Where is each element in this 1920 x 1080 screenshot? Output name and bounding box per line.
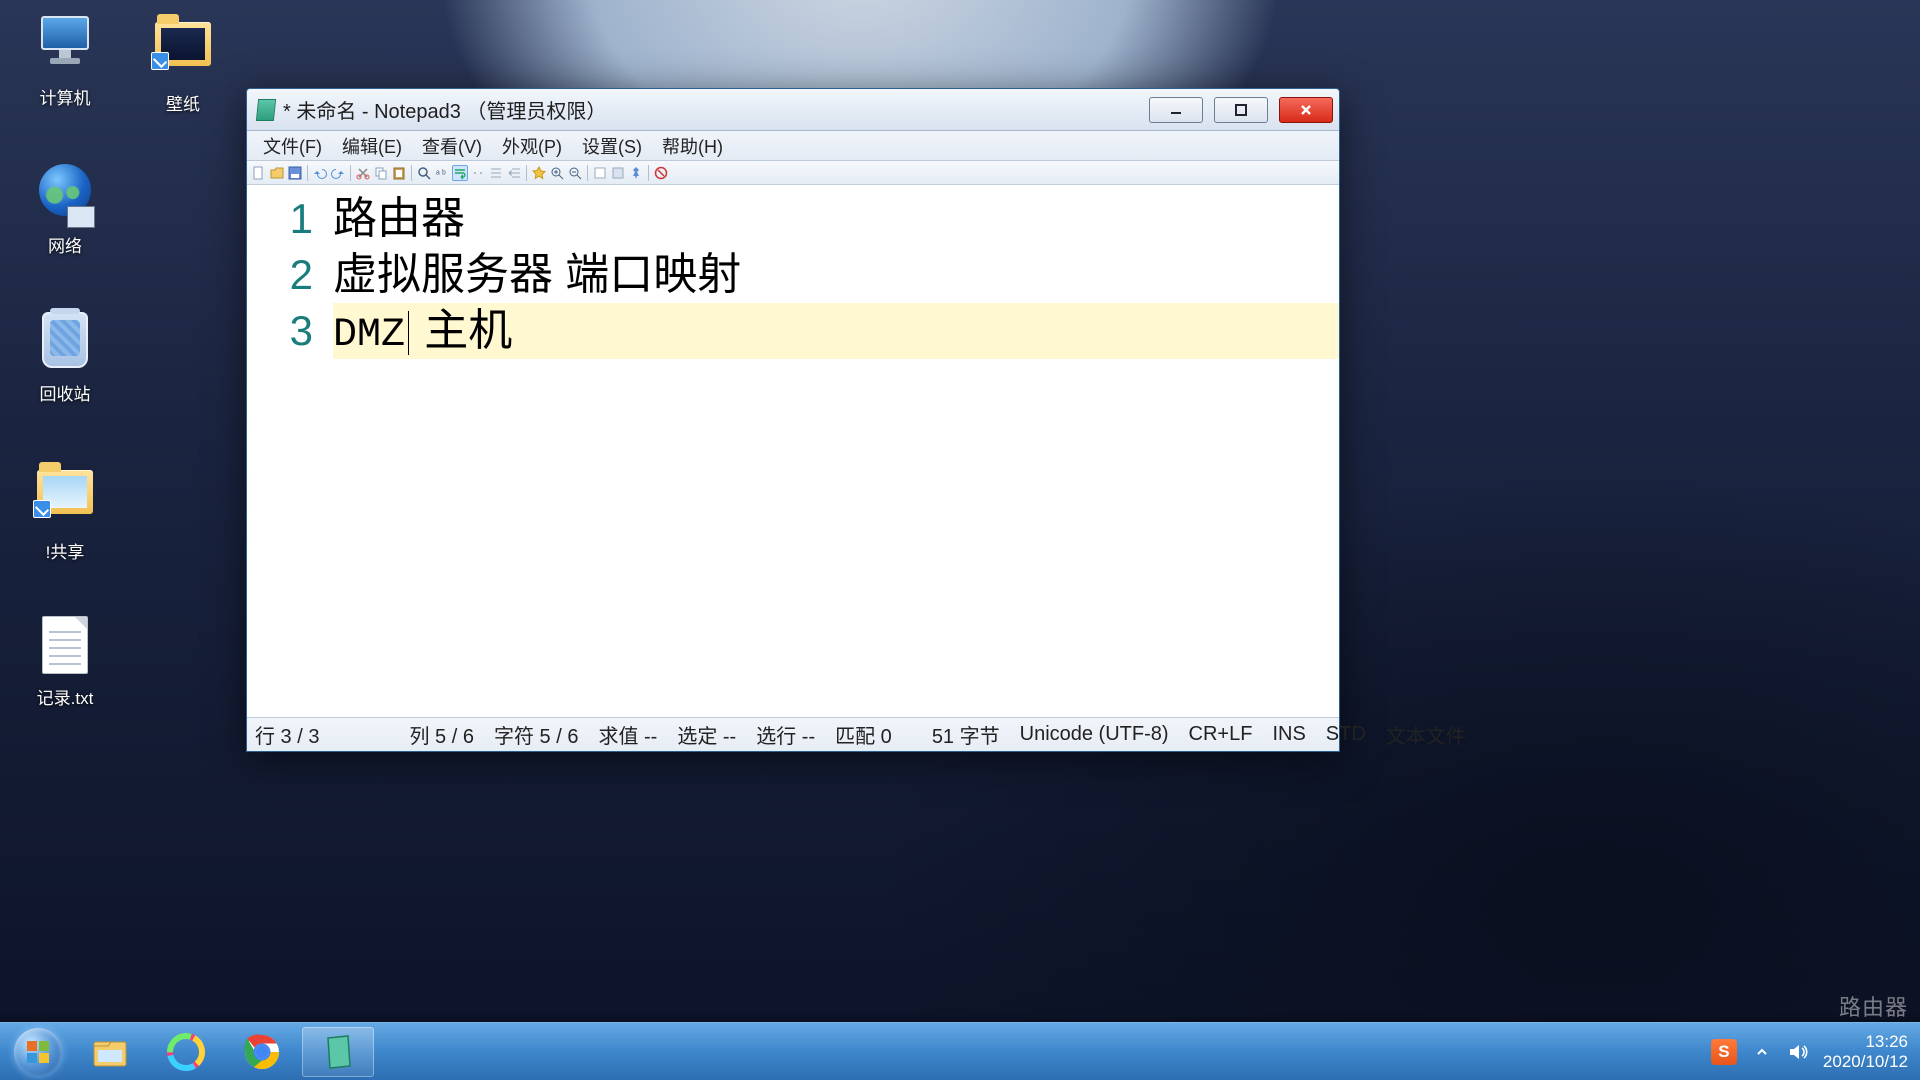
status-eval: 求值 -- bbox=[598, 720, 657, 749]
tray-overflow-icon[interactable] bbox=[1751, 1041, 1773, 1063]
pin-icon[interactable] bbox=[628, 165, 644, 181]
statusbar: 行 3 / 3 列 5 / 6 字符 5 / 6 求值 -- 选定 -- 选行 … bbox=[247, 717, 1339, 751]
wallpaper-folder-icon bbox=[151, 22, 215, 86]
replace-icon[interactable]: ᵃᵇ bbox=[434, 165, 450, 181]
desktop-icon-notes-txt[interactable]: 记录.txt bbox=[10, 614, 120, 709]
browser-icon bbox=[166, 1032, 206, 1072]
wordwrap-icon[interactable] bbox=[452, 165, 468, 181]
watermark: 路由器 bbox=[1839, 990, 1908, 1022]
taskbar-explorer[interactable] bbox=[74, 1027, 146, 1077]
zoom-out-icon[interactable] bbox=[567, 165, 583, 181]
menu-settings[interactable]: 设置(S) bbox=[572, 131, 652, 161]
status-row: 行 3 / 3 bbox=[255, 720, 319, 749]
editor-area[interactable]: 1 2 3 路由器 虚拟服务器 端口映射 DMZ 主机 bbox=[247, 185, 1339, 717]
status-col: 列 5 / 6 bbox=[409, 720, 473, 749]
close-button[interactable] bbox=[1279, 97, 1333, 123]
status-match: 匹配 0 bbox=[835, 720, 892, 749]
status-ins: INS bbox=[1272, 723, 1305, 746]
text-content[interactable]: 路由器 虚拟服务器 端口映射 DMZ 主机 bbox=[333, 185, 1339, 717]
start-button[interactable] bbox=[6, 1028, 70, 1076]
menu-edit[interactable]: 编辑(E) bbox=[332, 131, 412, 161]
volume-icon[interactable] bbox=[1787, 1041, 1809, 1063]
indent-icon[interactable] bbox=[488, 165, 504, 181]
file-explorer-icon bbox=[90, 1032, 130, 1072]
copy-icon[interactable] bbox=[373, 165, 389, 181]
window-title: * 未命名 - Notepad3 （管理员权限） bbox=[283, 95, 606, 124]
desktop-icon-network[interactable]: 网络 bbox=[10, 160, 120, 257]
whitespace-icon[interactable] bbox=[470, 165, 486, 181]
outdent-icon[interactable] bbox=[506, 165, 522, 181]
status-bytes: 51 字节 bbox=[932, 720, 1000, 749]
desktop: 计算机 网络 回收站 !共享 记录.txt 壁纸 * 未命名 - Notepad… bbox=[0, 0, 1920, 1080]
status-char: 字符 5 / 6 bbox=[494, 720, 578, 749]
zoom-in-icon[interactable] bbox=[549, 165, 565, 181]
status-filetype: 文本文件 bbox=[1386, 720, 1466, 749]
status-std: STD bbox=[1326, 723, 1366, 746]
taskbar: S 13:26 2020/10/12 bbox=[0, 1022, 1920, 1080]
status-eol: CR+LF bbox=[1189, 723, 1253, 746]
text-file-icon bbox=[33, 616, 97, 680]
desktop-icon-share[interactable]: !共享 bbox=[10, 460, 120, 563]
find-icon[interactable] bbox=[416, 165, 432, 181]
computer-icon bbox=[33, 16, 97, 80]
svg-text:ᵇ: ᵇ bbox=[442, 169, 446, 180]
minimize-button[interactable] bbox=[1149, 97, 1203, 123]
ime-sogou-icon[interactable]: S bbox=[1711, 1039, 1737, 1065]
line-number-gutter: 1 2 3 bbox=[247, 185, 333, 717]
text-line-current: DMZ 主机 bbox=[333, 303, 1339, 359]
recycle-bin-icon bbox=[33, 312, 97, 376]
taskbar-chrome[interactable] bbox=[226, 1027, 298, 1077]
desktop-icon-wallpaper[interactable]: 壁纸 bbox=[128, 12, 238, 115]
redo-icon[interactable] bbox=[330, 165, 346, 181]
menu-appearance[interactable]: 外观(P) bbox=[492, 131, 572, 161]
notepad3-icon bbox=[318, 1032, 358, 1072]
notepad3-window: * 未命名 - Notepad3 （管理员权限） 文件(F) 编辑(E) 查看(… bbox=[246, 88, 1340, 752]
status-sel: 选定 -- bbox=[677, 720, 736, 749]
svg-text:ᵃ: ᵃ bbox=[436, 169, 440, 180]
chrome-icon bbox=[242, 1032, 282, 1072]
taskbar-clock[interactable]: 13:26 2020/10/12 bbox=[1823, 1032, 1908, 1071]
new-icon[interactable] bbox=[251, 165, 267, 181]
menu-view[interactable]: 查看(V) bbox=[412, 131, 492, 161]
save-icon[interactable] bbox=[287, 165, 303, 181]
share-folder-icon bbox=[33, 470, 97, 534]
system-tray: S 13:26 2020/10/12 bbox=[1711, 1032, 1914, 1071]
taskbar-notepad3[interactable] bbox=[302, 1027, 374, 1077]
desktop-icon-computer[interactable]: 计算机 bbox=[10, 12, 120, 109]
titlebar[interactable]: * 未命名 - Notepad3 （管理员权限） bbox=[247, 89, 1339, 131]
menu-file[interactable]: 文件(F) bbox=[253, 131, 332, 161]
text-line: 路由器 bbox=[333, 191, 1339, 247]
paste-icon[interactable] bbox=[391, 165, 407, 181]
scheme-icon[interactable] bbox=[592, 165, 608, 181]
undo-icon[interactable] bbox=[312, 165, 328, 181]
notepad3-icon bbox=[256, 99, 276, 121]
exit-icon[interactable] bbox=[653, 165, 669, 181]
toolbar: ᵃᵇ bbox=[247, 161, 1339, 185]
status-encoding: Unicode (UTF-8) bbox=[1020, 723, 1169, 746]
cut-icon[interactable] bbox=[355, 165, 371, 181]
network-icon bbox=[33, 164, 97, 228]
text-line: 虚拟服务器 端口映射 bbox=[333, 247, 1339, 303]
menubar: 文件(F) 编辑(E) 查看(V) 外观(P) 设置(S) 帮助(H) bbox=[247, 131, 1339, 161]
menu-help[interactable]: 帮助(H) bbox=[652, 131, 733, 161]
maximize-button[interactable] bbox=[1214, 97, 1268, 123]
open-icon[interactable] bbox=[269, 165, 285, 181]
desktop-icon-recycle-bin[interactable]: 回收站 bbox=[10, 310, 120, 405]
status-sellines: 选行 -- bbox=[756, 720, 815, 749]
windows-orb-icon bbox=[14, 1028, 62, 1076]
taskbar-browser-1[interactable] bbox=[150, 1027, 222, 1077]
favorite-icon[interactable] bbox=[531, 165, 547, 181]
settings-icon[interactable] bbox=[610, 165, 626, 181]
